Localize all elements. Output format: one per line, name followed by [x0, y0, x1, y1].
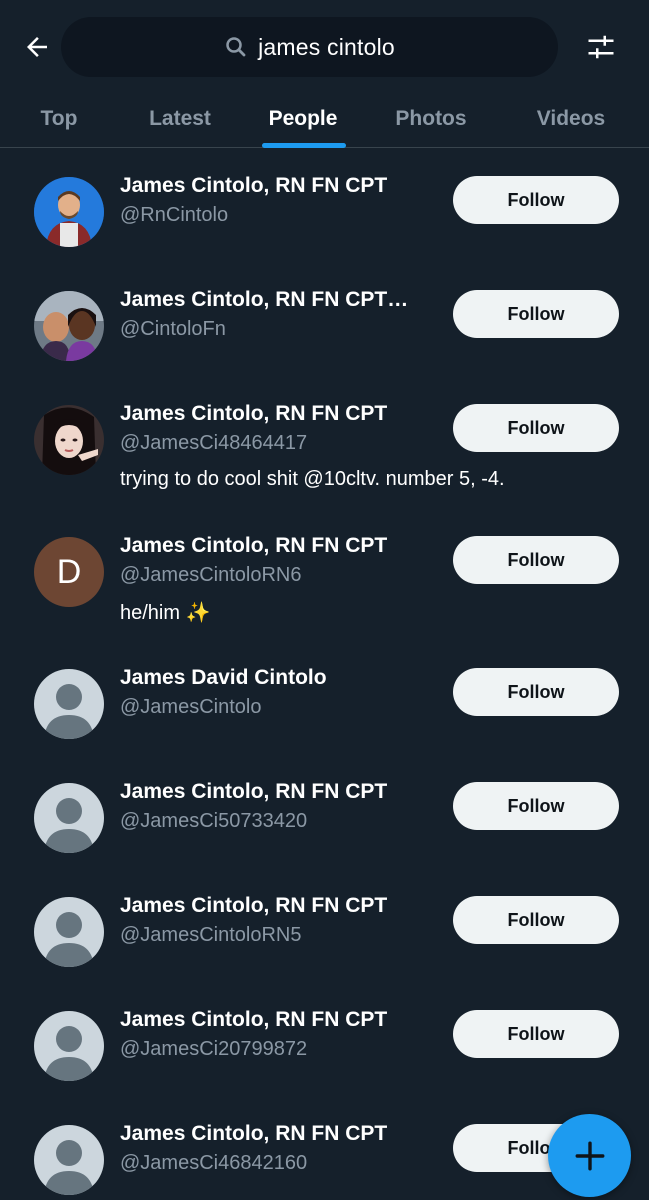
default-avatar-icon [34, 1125, 104, 1195]
list-item[interactable]: James Cintolo, RN FN CPT @JamesCi2079987… [0, 982, 649, 1096]
user-handle: @JamesCi46842160 [120, 1152, 308, 1174]
list-item[interactable]: James Cintolo, RN FN CPT @RnCintolo Foll… [0, 148, 649, 262]
search-icon [226, 37, 246, 57]
avatar[interactable] [34, 291, 104, 361]
tab-photos[interactable]: Photos [380, 90, 482, 148]
avatar-letter: D [56, 552, 82, 591]
tab-people[interactable]: People [254, 90, 352, 148]
avatar[interactable] [34, 177, 104, 247]
follow-button[interactable]: Follow [453, 176, 619, 224]
user-name: James Cintolo, RN FN CPT [120, 402, 388, 425]
compose-button[interactable] [548, 1114, 631, 1197]
tab-top[interactable]: Top [20, 90, 98, 148]
default-avatar-icon [34, 783, 104, 853]
follow-button[interactable]: Follow [453, 404, 619, 452]
avatar[interactable] [34, 405, 104, 475]
user-name: James Cintolo, RN FN CPT [120, 780, 388, 803]
avatar[interactable] [34, 1011, 104, 1081]
plus-icon [575, 1141, 604, 1170]
user-bio: he/him ✨ [120, 602, 211, 624]
follow-button[interactable]: Follow [453, 290, 619, 338]
user-name: James Cintolo, RN FN CPT [120, 174, 388, 197]
user-name: James David Cintolo [120, 666, 327, 689]
follow-button[interactable]: Follow [453, 668, 619, 716]
arrow-left-icon [27, 37, 47, 57]
default-avatar-icon [34, 897, 104, 967]
user-handle: @CintoloFn [120, 318, 226, 340]
search-results-screen: james cintolo Top Latest People Photos V… [0, 0, 649, 1200]
user-name: James Cintolo, RN FN CPT… [120, 288, 409, 311]
follow-button[interactable]: Follow [453, 782, 619, 830]
back-button[interactable] [18, 28, 56, 66]
follow-button[interactable]: Follow [453, 896, 619, 944]
avatar[interactable] [34, 783, 104, 853]
user-handle: @JamesCintoloRN6 [120, 564, 302, 586]
user-name: James Cintolo, RN FN CPT [120, 534, 388, 557]
list-item[interactable]: James David Cintolo @JamesCintolo Follow [0, 640, 649, 754]
user-bio: trying to do cool shit @10cltv. number 5… [120, 468, 505, 490]
user-handle: @JamesCi48464417 [120, 432, 308, 454]
user-name: James Cintolo, RN FN CPT [120, 1008, 388, 1031]
list-item[interactable]: James Cintolo, RN FN CPT @JamesCintoloRN… [0, 868, 649, 982]
list-item[interactable]: James Cintolo, RN FN CPT @JamesCi5073342… [0, 754, 649, 868]
user-handle: @JamesCi20799872 [120, 1038, 308, 1060]
search-query: james cintolo [258, 33, 395, 60]
follow-button[interactable]: Follow [453, 536, 619, 584]
user-handle: @JamesCi50733420 [120, 810, 308, 832]
search-tabs: Top Latest People Photos Videos [0, 90, 649, 148]
user-name: James Cintolo, RN FN CPT [120, 894, 388, 917]
user-handle: @JamesCintoloRN5 [120, 924, 302, 946]
avatar[interactable] [34, 897, 104, 967]
sliders-icon [588, 35, 614, 59]
user-handle: @RnCintolo [120, 204, 229, 226]
avatar[interactable] [34, 1125, 104, 1195]
search-header: james cintolo [0, 0, 649, 90]
tab-latest[interactable]: Latest [130, 90, 230, 148]
avatar[interactable]: D [34, 537, 104, 607]
list-item[interactable]: James Cintolo, RN FN CPT @JamesCi4846441… [0, 376, 649, 508]
list-item[interactable]: D James Cintolo, RN FN CPT @JamesCintolo… [0, 508, 649, 640]
user-handle: @JamesCintolo [120, 696, 262, 718]
tab-videos[interactable]: Videos [522, 90, 620, 148]
follow-button[interactable]: Follow [453, 1010, 619, 1058]
list-item[interactable]: James Cintolo, RN FN CPT… @CintoloFn Fol… [0, 262, 649, 376]
filter-button[interactable] [582, 28, 620, 66]
user-name: James Cintolo, RN FN CPT [120, 1122, 388, 1145]
default-avatar-icon [34, 1011, 104, 1081]
avatar[interactable] [34, 669, 104, 739]
default-avatar-icon [34, 669, 104, 739]
search-input[interactable]: james cintolo [61, 17, 558, 77]
